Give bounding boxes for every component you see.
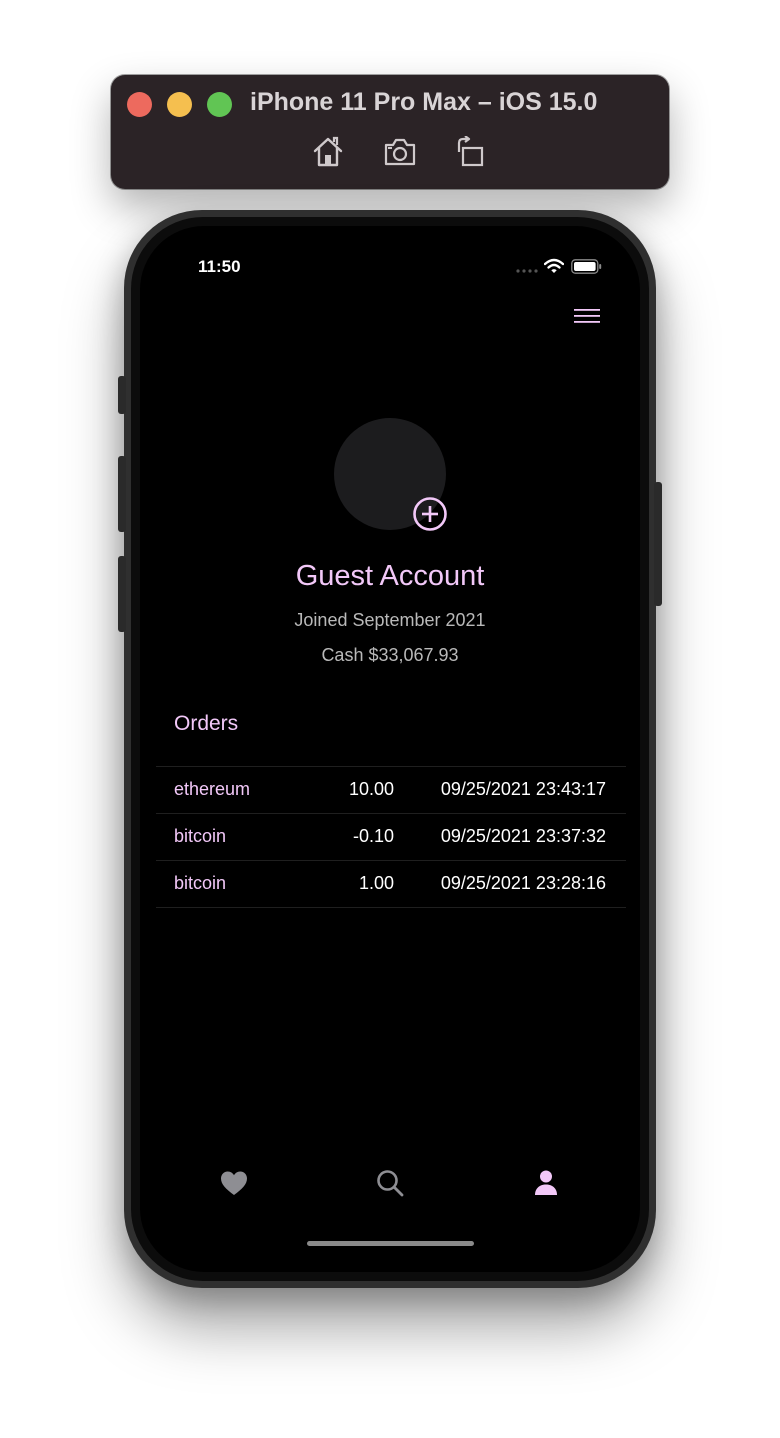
home-icon bbox=[313, 136, 343, 167]
rotate-button[interactable] bbox=[454, 135, 488, 168]
tab-search[interactable] bbox=[375, 1168, 405, 1198]
order-coin: bitcoin bbox=[174, 826, 227, 846]
camera-icon bbox=[384, 138, 416, 166]
order-timestamp: 09/25/2021 23:43:17 bbox=[440, 779, 606, 799]
simulator-title: iPhone 11 Pro Max – iOS 15.0 bbox=[250, 88, 598, 116]
order-coin: bitcoin bbox=[174, 873, 227, 893]
wifi-icon bbox=[544, 258, 564, 273]
orders-list: ethereum 10.00 09/25/2021 23:43:17 bitco… bbox=[156, 766, 626, 908]
order-row[interactable]: bitcoin 1.00 09/25/2021 23:28:16 bbox=[156, 861, 626, 908]
mute-switch bbox=[118, 376, 126, 414]
order-amount: 1.00 bbox=[358, 873, 394, 893]
rotate-icon bbox=[457, 135, 484, 167]
order-row[interactable]: ethereum 10.00 09/25/2021 23:43:17 bbox=[156, 767, 626, 814]
battery-icon bbox=[571, 259, 602, 274]
heart-icon bbox=[221, 1171, 247, 1195]
profile-name: Guest Account bbox=[295, 560, 485, 592]
person-icon bbox=[535, 1170, 557, 1195]
menu-button[interactable] bbox=[574, 306, 600, 326]
zoom-window-button[interactable] bbox=[207, 92, 232, 117]
close-window-button[interactable] bbox=[127, 92, 152, 117]
order-amount: -0.10 bbox=[352, 826, 394, 846]
tab-profile[interactable] bbox=[531, 1168, 561, 1198]
cash-balance: Cash $33,067.93 bbox=[321, 645, 459, 665]
volume-up-button bbox=[118, 456, 126, 532]
minimize-window-button[interactable] bbox=[167, 92, 192, 117]
home-button[interactable] bbox=[311, 136, 345, 168]
order-amount: 10.00 bbox=[348, 779, 394, 799]
order-timestamp: 09/25/2021 23:37:32 bbox=[440, 826, 606, 846]
volume-down-button bbox=[118, 556, 126, 632]
order-timestamp: 09/25/2021 23:28:16 bbox=[440, 873, 606, 893]
order-row[interactable]: bitcoin -0.10 09/25/2021 23:37:32 bbox=[156, 814, 626, 861]
order-coin: ethereum bbox=[174, 779, 251, 799]
plus-circle-icon bbox=[413, 497, 447, 531]
home-indicator[interactable] bbox=[307, 1241, 474, 1246]
signal-icon bbox=[516, 269, 538, 273]
power-button bbox=[654, 482, 662, 606]
screenshot-button[interactable] bbox=[383, 136, 417, 168]
app-screen: 11:50 Guest Account Joined September 202… bbox=[140, 226, 640, 1272]
add-photo-button[interactable] bbox=[412, 496, 448, 532]
status-time: 11:50 bbox=[198, 257, 241, 276]
tab-favorites[interactable] bbox=[219, 1168, 249, 1198]
orders-heading: Orders bbox=[174, 712, 239, 735]
search-icon bbox=[377, 1170, 404, 1197]
hamburger-menu-icon bbox=[574, 309, 600, 323]
joined-date: Joined September 2021 bbox=[294, 610, 486, 630]
